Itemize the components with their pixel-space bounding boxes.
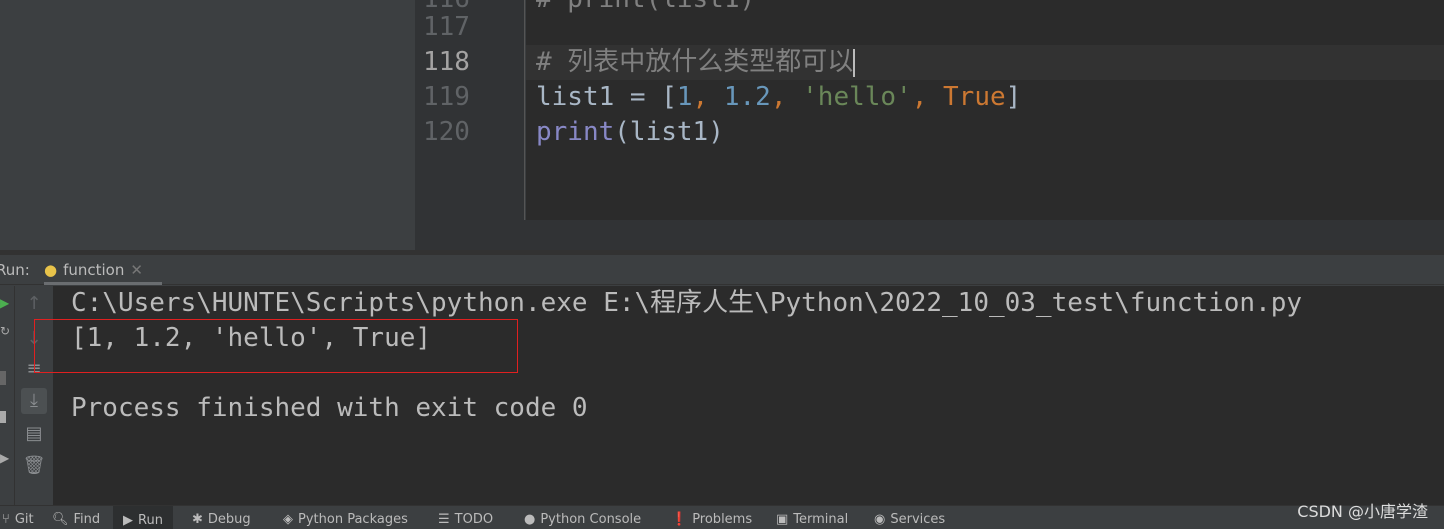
line-number: 119: [423, 82, 470, 112]
code-editor[interactable]: # print(list1) # 列表中放什么类型都可以 list1 = [1,…: [526, 0, 1444, 220]
run-tool-header: Run: ● function ✕: [0, 255, 1444, 285]
editor-gutter: 116 117 118 119 120: [415, 0, 525, 220]
close-icon[interactable]: ✕: [130, 261, 143, 282]
toolwindow-run[interactable]: ▶ Run: [113, 506, 173, 529]
print-icon[interactable]: ▤: [21, 421, 47, 447]
scroll-to-end-icon[interactable]: ⤓: [21, 388, 47, 414]
toolwindow-python-console[interactable]: ● Python Console: [524, 512, 641, 527]
label: Services: [890, 512, 946, 527]
git-icon: ⑂: [2, 512, 10, 527]
run-toolbar: ▶ ↻ ▶: [0, 286, 15, 506]
line-number: 117: [423, 12, 470, 42]
layers-icon: ◈: [283, 512, 293, 527]
trash-icon[interactable]: 🗑: [21, 453, 47, 479]
list-icon: ☰: [438, 512, 450, 527]
terminal-icon: ▣: [776, 512, 789, 527]
text-caret: [853, 48, 856, 77]
code-line: print(list1): [536, 117, 724, 147]
watermark: CSDN @小唐学渣: [1297, 502, 1428, 521]
label: Find: [73, 512, 101, 527]
toolwindow-todo[interactable]: ☰ TODO: [438, 512, 493, 527]
line-number-current: 118: [423, 47, 470, 77]
code-line-comment: # 列表中放什么类型都可以: [536, 45, 856, 80]
label: Debug: [207, 512, 251, 527]
console-line-exit: Process finished with exit code 0: [71, 393, 588, 423]
search-icon: 🔍︎: [52, 512, 69, 527]
play-icon: ▶: [123, 513, 133, 528]
toolwindow-services[interactable]: ◉ Services: [874, 512, 945, 527]
label: TODO: [454, 512, 494, 527]
label: Run: [138, 513, 163, 528]
services-icon: ◉: [874, 512, 886, 527]
arrow-up-icon[interactable]: ↑: [21, 291, 47, 317]
stop-icon[interactable]: [0, 371, 6, 385]
label: Problems: [692, 512, 753, 527]
code-line: # print(list1): [536, 0, 755, 17]
line-number: 120: [423, 117, 470, 147]
run-label: Run:: [0, 261, 30, 279]
tab-label: function: [63, 261, 125, 279]
toolwindow-python-packages[interactable]: ◈ Python Packages: [283, 512, 408, 527]
layout-icon[interactable]: [0, 411, 6, 423]
bug-icon: ✱: [192, 512, 203, 527]
toolwindow-find[interactable]: 🔍︎ Find: [52, 512, 100, 527]
warning-icon: ❗: [671, 512, 688, 527]
rerun-icon[interactable]: ▶: [0, 296, 9, 310]
code-line: list1 = [1, 1.2, 'hello', True]: [536, 82, 1022, 112]
annotation-highlight-box: [34, 319, 518, 373]
comment-text: # 列表中放什么类型都可以: [536, 47, 854, 77]
toolwindow-terminal[interactable]: ▣ Terminal: [776, 512, 848, 527]
console-line-command: C:\Users\HUNTE\Scripts\python.exe E:\程序人…: [71, 288, 1303, 318]
console-output[interactable]: C:\Users\HUNTE\Scripts\python.exe E:\程序人…: [34, 286, 1444, 505]
label: Python Console: [540, 512, 642, 527]
label: Terminal: [793, 512, 849, 527]
pin-icon[interactable]: ▶: [0, 451, 9, 465]
run-tab-function[interactable]: ● function ✕: [44, 255, 162, 285]
toolwindow-git[interactable]: ⑂ Git: [2, 512, 34, 527]
toolwindow-problems[interactable]: ❗ Problems: [671, 512, 752, 527]
python-icon: ●: [524, 512, 536, 527]
toolwindow-debug[interactable]: ✱ Debug: [192, 512, 251, 527]
tool-window-bar: ⑂ Git 🔍︎ Find ▶ Run ✱ Debug ◈ Python Packages…: [0, 505, 1444, 529]
wrench-icon[interactable]: ↻: [0, 324, 10, 338]
label: Python Packages: [298, 512, 408, 527]
python-icon: ●: [44, 261, 58, 279]
project-panel: [0, 0, 415, 250]
editor-footer: [415, 220, 1444, 250]
label: Git: [14, 512, 34, 527]
